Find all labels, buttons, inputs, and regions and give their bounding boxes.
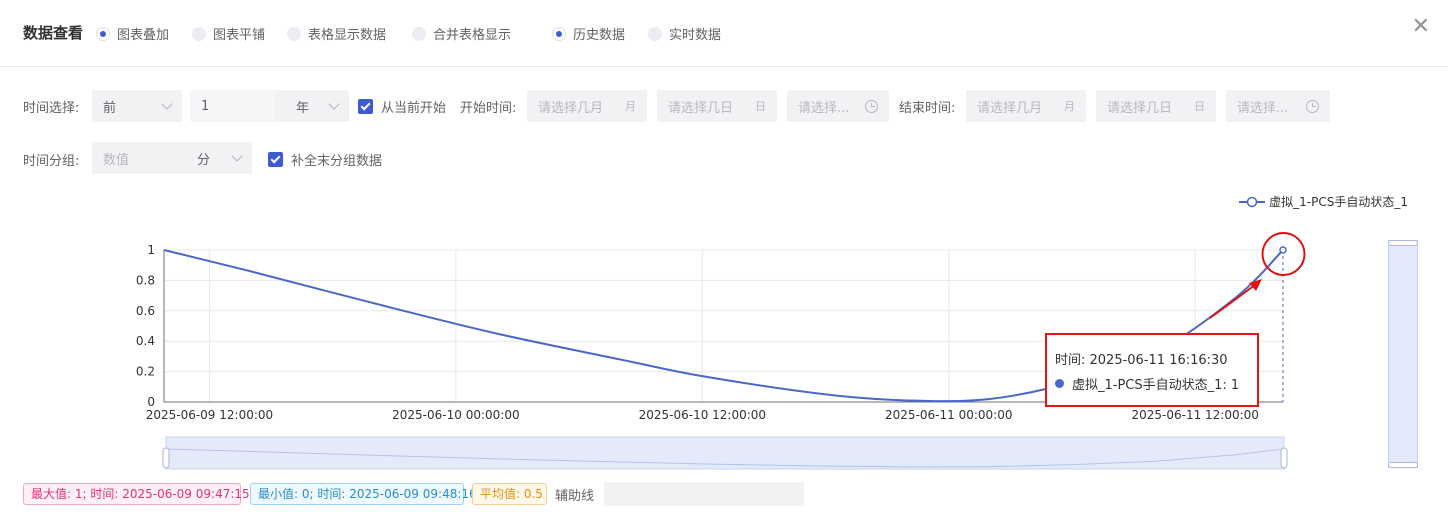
datazoom-right-handle bbox=[1280, 447, 1288, 469]
tooltip-value: 虚拟_1-PCS手自动状态_1: 1 bbox=[1072, 378, 1240, 393]
line-chart: 0 0.2 0.4 0.6 0.8 1 2025-06-09 12:00:00 2025-06… bbox=[136, 232, 1306, 470]
x-tick-label: 2025-06-11 12:00:00 bbox=[1131, 408, 1258, 422]
min-value-badge: 最小值: 0; 时间: 2025-06-09 09:48:16 bbox=[250, 483, 477, 505]
chart-tooltip: 时间: 2025-06-11 16:16:30 虚拟_1-PCS手自动状态_1:… bbox=[1045, 333, 1259, 407]
tooltip-time: 时间: 2025-06-11 16:16:30 bbox=[1055, 353, 1228, 368]
x-tick-label: 2025-06-10 00:00:00 bbox=[392, 408, 519, 422]
y-tick-label: 0.8 bbox=[136, 273, 155, 287]
aux-line-label: 辅助线 bbox=[555, 489, 595, 504]
aux-line-input[interactable] bbox=[604, 482, 804, 506]
x-tick-label: 2025-06-10 12:00:00 bbox=[639, 408, 766, 422]
y-tick-label: 0.4 bbox=[136, 334, 155, 348]
x-tick-label: 2025-06-09 12:00:00 bbox=[146, 408, 273, 422]
avg-value-badge: 平均值: 0.5 bbox=[472, 483, 547, 505]
y-tick-label: 0.2 bbox=[136, 365, 155, 379]
datazoom-left-handle bbox=[162, 447, 170, 469]
vertical-datazoom-slider[interactable] bbox=[1388, 240, 1418, 468]
x-tick-label: 2025-06-11 00:00:00 bbox=[885, 408, 1012, 422]
y-tick-label: 0 bbox=[147, 395, 155, 409]
hover-point bbox=[1279, 246, 1287, 254]
max-value-badge: 最大值: 1; 时间: 2025-06-09 09:47:15 bbox=[23, 483, 250, 505]
y-tick-label: 1 bbox=[147, 243, 155, 257]
vertical-slider-top-handle[interactable] bbox=[1388, 240, 1418, 246]
vertical-slider-bottom-handle[interactable] bbox=[1388, 462, 1418, 468]
series-dot-icon bbox=[1055, 379, 1064, 388]
highlight-arrow bbox=[1209, 284, 1256, 319]
y-tick-label: 0.6 bbox=[136, 304, 155, 318]
